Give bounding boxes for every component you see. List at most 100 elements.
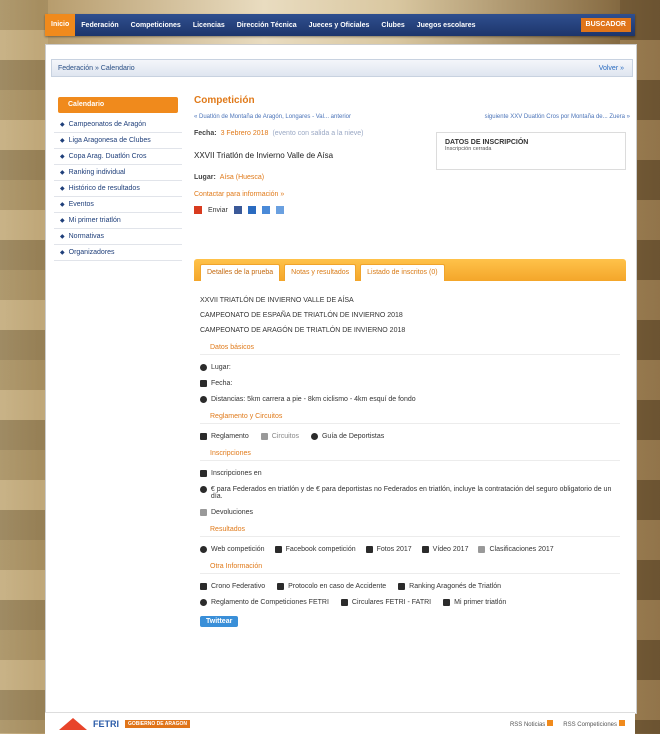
nav-item-inicio[interactable]: Inicio — [45, 14, 76, 36]
bullet-icon: ◆ — [60, 234, 65, 240]
rss-icon — [619, 719, 625, 726]
rss-competiciones-label: RSS Competiciones — [563, 721, 617, 728]
inscripciones-text: Inscripciones en — [211, 470, 262, 477]
sidebar-item-mi-primer[interactable]: ◆ Mi primer triatlón — [54, 213, 182, 229]
sidebar-item-liga[interactable]: ◆ Liga Aragonesa de Clubes — [54, 133, 182, 149]
guia-link[interactable]: Guía de Deportistas — [322, 433, 384, 440]
nav-item-clubes[interactable]: Clubes — [375, 22, 410, 29]
sidebar-item-copa[interactable]: ◆ Copa Arag. Duatlón Cros — [54, 149, 182, 165]
tab-notas[interactable]: Notas y resultados — [284, 264, 357, 281]
footer: FETRI GOBIERNO DE ARAGON RSS Noticias RS… — [45, 712, 635, 734]
bullet-icon: ◆ — [60, 170, 65, 176]
calendar-icon — [200, 380, 207, 387]
circulares-link[interactable]: Circulares FETRI - FATRI — [352, 599, 431, 606]
share-icon[interactable] — [261, 206, 270, 214]
resultados-row: Web competición Facebook competición Fot… — [200, 546, 620, 553]
rss-links: RSS Noticias RSS Competiciones — [510, 719, 635, 728]
document-icon — [200, 433, 207, 440]
protocolo-link[interactable]: Protocolo en caso de Accidente — [288, 583, 386, 590]
precio-text: € para Federados en triatlón y de € para… — [210, 486, 612, 500]
sidebar-item-label: Ranking individual — [68, 169, 126, 176]
nav-item-direccion-tecnica[interactable]: Dirección Técnica — [231, 22, 303, 29]
lugar-label: Lugar: — [211, 364, 231, 371]
nav-item-juegos-escolares[interactable]: Juegos escolares — [411, 22, 482, 29]
section-heading-reglamento: Reglamento y Circuitos — [200, 413, 620, 424]
reglamento-fetri-link[interactable]: Reglamento de Competiciones FETRI — [211, 599, 329, 606]
tab-inscritos[interactable]: Listado de inscritos (0) — [360, 264, 445, 281]
fecha-label: Fecha: — [211, 380, 233, 387]
bullet-icon: ◆ — [60, 122, 65, 128]
back-link[interactable]: Volver » — [599, 65, 632, 72]
more-share-icon[interactable] — [275, 206, 284, 214]
twitter-icon[interactable] — [247, 206, 256, 214]
nav-item-federacion[interactable]: Federación — [75, 22, 124, 29]
sidebar-item-historico[interactable]: ◆ Histórico de resultados — [54, 181, 182, 197]
ranking-link[interactable]: Ranking Aragonés de Triatlón — [409, 583, 501, 590]
bullet-icon: ◆ — [60, 186, 65, 192]
web-competicion-link[interactable]: Web competición — [211, 546, 265, 553]
facebook-icon — [274, 546, 282, 553]
breadcrumb-text[interactable]: Federación » Calendario — [52, 65, 135, 72]
share-bar: Enviar — [194, 206, 630, 214]
runner-icon — [443, 599, 451, 606]
search-tab[interactable]: BUSCADOR — [580, 18, 631, 32]
facebook-competicion-link[interactable]: Facebook competición — [286, 546, 356, 553]
circuitos-link[interactable]: Circuitos — [272, 433, 299, 440]
sidebar: Calendario ◆ Campeonatos de Aragón ◆ Liga … — [54, 97, 182, 261]
sidebar-item-label: Copa Arag. Duatlón Cros — [68, 153, 147, 160]
sidebar-item-label: Liga Aragonesa de Clubes — [68, 137, 151, 144]
nav-item-jueces[interactable]: Jueces y Oficiales — [303, 22, 376, 29]
fotos-link[interactable]: Fotos 2017 — [377, 546, 412, 553]
sidebar-item-campeonatos[interactable]: ◆ Campeonatos de Aragón — [54, 117, 182, 133]
distancias-row: Distancias: 5km carrera a pie - 8km cicl… — [200, 396, 620, 403]
form-icon — [200, 470, 207, 477]
sidebar-item-label: Campeonatos de Aragón — [68, 121, 147, 128]
footer-logos: FETRI GOBIERNO DE ARAGON — [45, 717, 190, 730]
detail-line: XXVII TRIATLÓN DE INVIERNO VALLE DE AÍSA — [200, 297, 354, 304]
place-value[interactable]: Aísa (Huesca) — [220, 174, 264, 181]
crono-link[interactable]: Crono Federativo — [211, 583, 265, 590]
section-heading-resultados: Resultados — [200, 526, 620, 537]
clasificaciones-link[interactable]: Clasificaciones 2017 — [489, 546, 553, 553]
tab-bar: Detalles de la prueba Notas y resultados… — [194, 259, 626, 281]
reglamento-link[interactable]: Reglamento — [211, 433, 249, 440]
sidebar-item-label: Normativas — [68, 233, 105, 240]
fetri-logo[interactable]: FETRI — [93, 719, 119, 729]
sidebar-item-ranking[interactable]: ◆ Ranking individual — [54, 165, 182, 181]
nav-item-competiciones[interactable]: Competiciones — [125, 22, 187, 29]
mi-primer-triatlon-link[interactable]: Mi primer triatlón — [454, 599, 506, 606]
precio-row: € para Federados en triatlón y de € para… — [200, 486, 620, 500]
chart-icon — [478, 546, 486, 553]
sidebar-item-organizadores[interactable]: ◆ Organizadores — [54, 245, 182, 261]
devoluciones-row: Devoluciones — [200, 509, 620, 516]
facebook-icon[interactable] — [233, 206, 242, 214]
lugar-row: Lugar: — [200, 364, 620, 371]
email-icon[interactable] — [194, 206, 202, 214]
sidebar-item-label: Mi primer triatlón — [68, 217, 121, 224]
sidebar-item-eventos[interactable]: ◆ Eventos — [54, 197, 182, 213]
previous-event-link[interactable]: « Duatlón de Montaña de Aragón, Longares… — [194, 114, 351, 120]
video-link[interactable]: Vídeo 2017 — [433, 546, 469, 553]
distancias-text: Distancias: 5km carrera a pie - 8km cicl… — [211, 396, 416, 403]
breadcrumb: Federación » Calendario Volver » — [51, 59, 633, 77]
bullet-icon: ◆ — [60, 250, 65, 256]
tweet-button[interactable]: Twittear — [200, 616, 239, 627]
ranking-icon — [398, 583, 406, 590]
date-value: 3 Febrero 2018 — [220, 130, 269, 137]
nav-item-licencias[interactable]: Licencias — [187, 22, 231, 29]
gobierno-aragon-logo[interactable]: GOBIERNO DE ARAGON — [125, 719, 190, 728]
reglamento-row: Reglamento Circuitos Guía de Deportistas — [200, 433, 620, 440]
document-icon — [200, 583, 207, 590]
contact-link[interactable]: Contactar para información » — [194, 191, 630, 198]
inscription-status: Inscripción cerrada — [445, 146, 492, 152]
page-title: Competición — [194, 95, 255, 106]
share-label[interactable]: Enviar — [208, 207, 228, 214]
next-event-link[interactable]: siguiente XXV Duatlón Cros por Montaña d… — [485, 114, 630, 120]
date-note: (evento con salida a la nieve) — [272, 130, 364, 137]
sidebar-header[interactable]: Calendario — [58, 97, 178, 113]
tab-detalles[interactable]: Detalles de la prueba — [200, 264, 281, 281]
rss-competiciones-link[interactable]: RSS Competiciones — [563, 719, 625, 728]
rss-noticias-link[interactable]: RSS Noticias — [510, 719, 554, 728]
sidebar-item-normativas[interactable]: ◆ Normativas — [54, 229, 182, 245]
detail-line: CAMPEONATO DE ARAGÓN DE TRIATLÓN DE INVI… — [200, 327, 406, 334]
